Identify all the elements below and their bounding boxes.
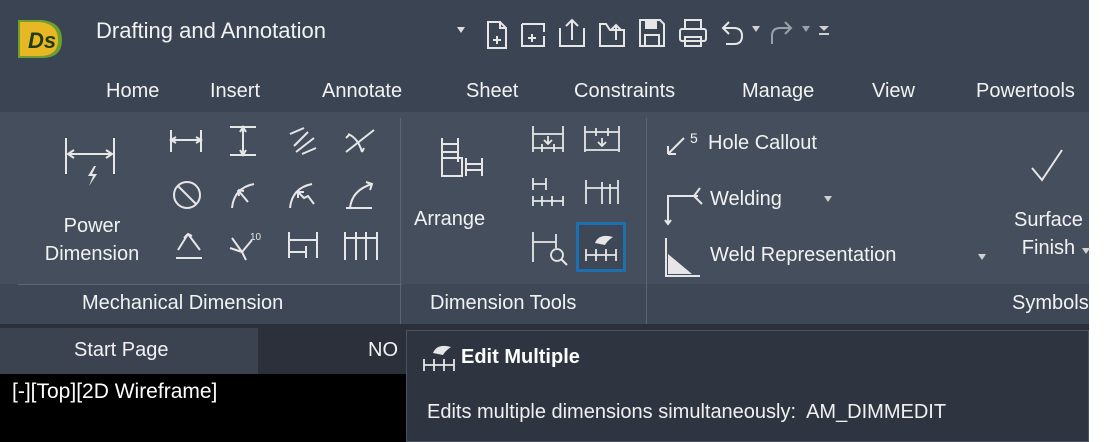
space-dimension-icon[interactable] bbox=[582, 122, 622, 156]
radius-dimension-icon[interactable] bbox=[228, 180, 262, 212]
baseline-dimension-icon[interactable] bbox=[286, 228, 320, 262]
tab-annotate[interactable]: Annotate bbox=[322, 80, 402, 103]
customize-icon[interactable] bbox=[818, 24, 830, 36]
tab-drawing[interactable]: NO bbox=[262, 328, 422, 374]
tab-sheet[interactable]: Sheet bbox=[466, 80, 518, 103]
app-logo-text: Ds bbox=[28, 28, 57, 53]
surface-finish-icon bbox=[1031, 149, 1063, 182]
weld-representation-icon bbox=[665, 238, 700, 277]
tab-manage[interactable]: Manage bbox=[742, 80, 814, 103]
tooltip-description: Edits multiple dimensions simultaneously… bbox=[427, 401, 947, 423]
power-dimension-label: Power Dimension bbox=[44, 215, 140, 265]
weld-representation-label: Weld Representation bbox=[710, 244, 897, 266]
hole-callout-button[interactable]: 5 Hole Callout bbox=[660, 128, 900, 162]
redo-icon[interactable] bbox=[768, 18, 796, 48]
arrange-label: Arrange bbox=[414, 208, 486, 230]
tab-home[interactable]: Home bbox=[106, 80, 159, 103]
svg-text:10: 10 bbox=[250, 232, 262, 243]
dimension-tools-panel-title: Dimension Tools bbox=[430, 292, 577, 314]
print-icon[interactable] bbox=[676, 16, 710, 50]
chain-dimension-icon[interactable] bbox=[342, 228, 380, 262]
edit-multiple-button[interactable] bbox=[576, 222, 626, 272]
angular-dimension-icon[interactable] bbox=[342, 124, 378, 158]
welding-label: Welding bbox=[710, 188, 782, 210]
hole-callout-icon-label: 5 bbox=[690, 130, 698, 146]
open-cloud-icon[interactable] bbox=[596, 16, 628, 50]
arrange-icon bbox=[441, 138, 483, 177]
undo-icon[interactable] bbox=[718, 18, 746, 48]
vertical-dimension-icon[interactable] bbox=[226, 124, 260, 158]
drawing-tab-label: NO bbox=[368, 339, 398, 361]
workspace-dropdown-icon[interactable] bbox=[456, 26, 466, 34]
undo-dropdown-icon[interactable] bbox=[752, 26, 760, 32]
tab-powertools[interactable]: Powertools bbox=[976, 80, 1075, 103]
break-dimension-icon[interactable] bbox=[530, 122, 566, 156]
hole-callout-label: Hole Callout bbox=[708, 132, 817, 154]
aligned-dimension-icon[interactable] bbox=[286, 124, 320, 158]
app-logo[interactable]: Ds bbox=[14, 14, 66, 64]
title-bar: Ds Drafting and Annotation bbox=[0, 0, 1089, 67]
hole-callout-icon bbox=[667, 137, 685, 155]
panel-separator bbox=[18, 284, 402, 285]
panel-separator bbox=[400, 284, 401, 324]
tab-constraints[interactable]: Constraints bbox=[574, 80, 675, 103]
diameter-dimension-icon[interactable] bbox=[170, 178, 204, 212]
welding-button[interactable]: Welding bbox=[660, 182, 850, 226]
welding-dropdown-icon[interactable] bbox=[824, 196, 832, 202]
surface-finish-dropdown-icon[interactable] bbox=[1082, 248, 1090, 254]
welding-icon bbox=[664, 187, 703, 226]
tooltip: Edit Multiple Edits multiple dimensions … bbox=[406, 330, 1089, 442]
weld-representation-button[interactable]: Weld Representation bbox=[660, 234, 1000, 282]
power-dimension-button[interactable]: Power Dimension bbox=[20, 120, 160, 282]
chamfer-dimension-icon[interactable]: 10 bbox=[228, 228, 264, 262]
surface-finish-button[interactable]: Surface Finish bbox=[1010, 128, 1090, 282]
workspace-selector[interactable]: Drafting and Annotation bbox=[96, 18, 326, 44]
tooltip-title: Edit Multiple bbox=[461, 346, 580, 368]
tab-view[interactable]: View bbox=[872, 80, 915, 103]
mechanical-dimension-panel-title: Mechanical Dimension bbox=[82, 292, 284, 314]
tab-insert[interactable]: Insert bbox=[210, 80, 260, 103]
edit-multiple-icon bbox=[585, 235, 617, 261]
inspect-dimension-icon[interactable] bbox=[530, 228, 570, 268]
weld-representation-dropdown-icon[interactable] bbox=[978, 254, 986, 260]
save-icon[interactable] bbox=[636, 16, 668, 50]
join-dimension-icon[interactable] bbox=[582, 174, 622, 208]
ordinate-dimension-icon[interactable] bbox=[172, 230, 206, 262]
tab-start-page[interactable]: Start Page bbox=[0, 328, 258, 374]
app-window: Ds Drafting and Annotation Home Insert A… bbox=[0, 0, 1106, 442]
panel-separator bbox=[646, 284, 647, 324]
viewport-controls-label[interactable]: [-][Top][2D Wireframe] bbox=[12, 380, 217, 404]
symbols-panel-title: Symbols bbox=[1012, 292, 1089, 314]
redo-dropdown-icon[interactable] bbox=[802, 26, 810, 32]
power-dimension-icon bbox=[65, 138, 115, 186]
jogged-radius-icon[interactable] bbox=[286, 180, 320, 212]
edit-multiple-tooltip-icon bbox=[423, 345, 455, 371]
open-icon[interactable] bbox=[556, 16, 588, 50]
new-icon[interactable] bbox=[482, 18, 512, 52]
align-dimension-icon[interactable] bbox=[530, 174, 566, 208]
arc-length-icon[interactable] bbox=[342, 178, 378, 212]
start-page-tab-label: Start Page bbox=[74, 339, 169, 361]
new-from-template-icon[interactable] bbox=[518, 18, 548, 52]
linear-dimension-icon[interactable] bbox=[168, 126, 204, 156]
ribbon-tab-bar: Home Insert Annotate Sheet Constraints M… bbox=[0, 67, 1089, 112]
surface-finish-label: Surface Finish bbox=[1014, 209, 1083, 259]
arrange-button[interactable]: Arrange bbox=[412, 126, 512, 246]
ribbon-panel-titles: Mechanical Dimension Dimension Tools Sym… bbox=[0, 284, 1089, 324]
